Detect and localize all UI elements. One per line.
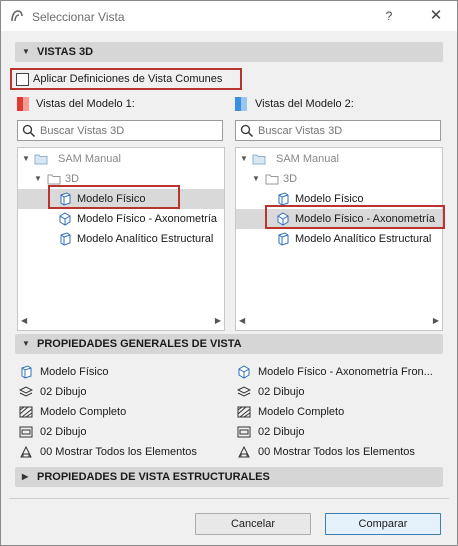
3d-view-icon [60, 232, 71, 246]
footer-divider [9, 498, 449, 499]
horizontal-scrollbar[interactable]: ◀ ▶ [236, 314, 442, 330]
filter-icon [238, 445, 250, 458]
model1-color-swatch [17, 97, 29, 111]
section-header-general-props[interactable]: ▼ PROPIEDADES GENERALES DE VISTA [15, 334, 443, 354]
chevron-down-icon[interactable]: ▼ [240, 149, 248, 169]
property-value: 02 Dibujo [258, 426, 305, 438]
apply-common-definitions-row[interactable]: Aplicar Definiciones de Vista Comunes [10, 68, 242, 90]
chevron-down-icon[interactable]: ▼ [34, 169, 42, 189]
model2-label: Vistas del Modelo 2: [255, 98, 354, 110]
property-value: 02 Dibujo [40, 426, 87, 438]
tree-item-label: Modelo Analítico Estructural [295, 233, 432, 245]
search-icon [22, 124, 36, 138]
archicad-logo-icon [11, 10, 23, 22]
tree-item[interactable]: Modelo Físico - Axonometría [18, 209, 224, 229]
filter-icon [20, 445, 32, 458]
model1-search[interactable] [17, 120, 223, 141]
property-value: Modelo Físico - Axonometría Fron... [258, 366, 433, 378]
chevron-down-icon: ▼ [22, 47, 30, 56]
select-view-dialog: Seleccionar Vista ? ✕ ▼ VISTAS 3D Aplica… [0, 0, 458, 546]
selection-highlight [265, 205, 445, 229]
tree-folder[interactable]: ▼ 3D [236, 169, 442, 189]
model1-search-input[interactable] [40, 123, 218, 138]
project-folder-icon [34, 154, 48, 165]
model2-color-swatch [235, 97, 247, 111]
property-value: 02 Dibujo [40, 386, 87, 398]
selection-highlight [48, 185, 180, 209]
model-view-icon [237, 406, 251, 418]
tree-root[interactable]: ▼ SAM Manual [236, 149, 442, 169]
close-button[interactable]: ✕ [424, 6, 448, 26]
property-value: Modelo Completo [40, 406, 127, 418]
property-value: Modelo Completo [258, 406, 345, 418]
folder-icon [47, 174, 61, 185]
scroll-right-icon[interactable]: ▶ [215, 316, 221, 325]
3d-view-icon [278, 232, 289, 246]
model2-view-tree[interactable]: ▼ SAM Manual ▼ 3D Modelo Físico Modelo F… [235, 147, 443, 331]
model-view-icon [19, 406, 33, 418]
model1-view-tree[interactable]: ▼ SAM Manual ▼ 3D Modelo Físico Modelo F… [17, 147, 225, 331]
tree-folder-label: 3D [283, 173, 298, 185]
chevron-down-icon: ▼ [22, 339, 30, 348]
section-header-structural-props[interactable]: ▶ PROPIEDADES DE VISTA ESTRUCTURALES [15, 467, 443, 487]
tree-item[interactable]: Modelo Analítico Estructural [236, 229, 442, 249]
property-value: 00 Mostrar Todos los Elementos [40, 446, 197, 458]
title-bar: Seleccionar Vista ? ✕ [1, 1, 457, 31]
property-value: 00 Mostrar Todos los Elementos [258, 446, 415, 458]
3d-view-icon [278, 192, 289, 206]
chevron-down-icon[interactable]: ▼ [252, 169, 260, 189]
tree-root-label: SAM Manual [58, 153, 121, 165]
property-value: 02 Dibujo [258, 386, 305, 398]
section-title: PROPIEDADES DE VISTA ESTRUCTURALES [37, 471, 270, 483]
project-folder-icon [252, 154, 266, 165]
cancel-button[interactable]: Cancelar [195, 513, 311, 535]
3d-view-icon [21, 365, 32, 379]
section-title: PROPIEDADES GENERALES DE VISTA [37, 338, 242, 350]
3d-axon-view-icon [238, 365, 250, 379]
help-button[interactable]: ? [377, 6, 401, 26]
tree-item-label: Modelo Analítico Estructural [77, 233, 214, 245]
compare-button[interactable]: Comparar [325, 513, 441, 535]
apply-common-label: Aplicar Definiciones de Vista Comunes [33, 73, 223, 85]
tree-root[interactable]: ▼ SAM Manual [18, 149, 224, 169]
model2-search-input[interactable] [258, 123, 436, 138]
tree-root-label: SAM Manual [276, 153, 339, 165]
layers-icon [19, 386, 33, 397]
horizontal-scrollbar[interactable]: ◀ ▶ [18, 314, 224, 330]
layers-icon [237, 386, 251, 397]
pen-set-icon [19, 426, 33, 438]
search-icon [240, 124, 254, 138]
tree-item-label: Modelo Físico - Axonometría [77, 213, 218, 225]
model2-search[interactable] [235, 120, 441, 141]
pen-set-icon [237, 426, 251, 438]
3d-axon-view-icon [59, 212, 71, 226]
apply-common-checkbox[interactable] [16, 73, 29, 86]
folder-icon [265, 174, 279, 185]
scroll-right-icon[interactable]: ▶ [433, 316, 439, 325]
scroll-left-icon[interactable]: ◀ [239, 316, 245, 325]
scroll-left-icon[interactable]: ◀ [21, 316, 27, 325]
chevron-right-icon: ▶ [22, 472, 29, 481]
section-title: VISTAS 3D [37, 46, 94, 58]
model1-label: Vistas del Modelo 1: [36, 98, 135, 110]
section-header-views3d[interactable]: ▼ VISTAS 3D [15, 42, 443, 62]
window-title: Seleccionar Vista [32, 10, 125, 24]
tree-item[interactable]: Modelo Analítico Estructural [18, 229, 224, 249]
chevron-down-icon[interactable]: ▼ [22, 149, 30, 169]
property-value: Modelo Físico [40, 366, 109, 378]
